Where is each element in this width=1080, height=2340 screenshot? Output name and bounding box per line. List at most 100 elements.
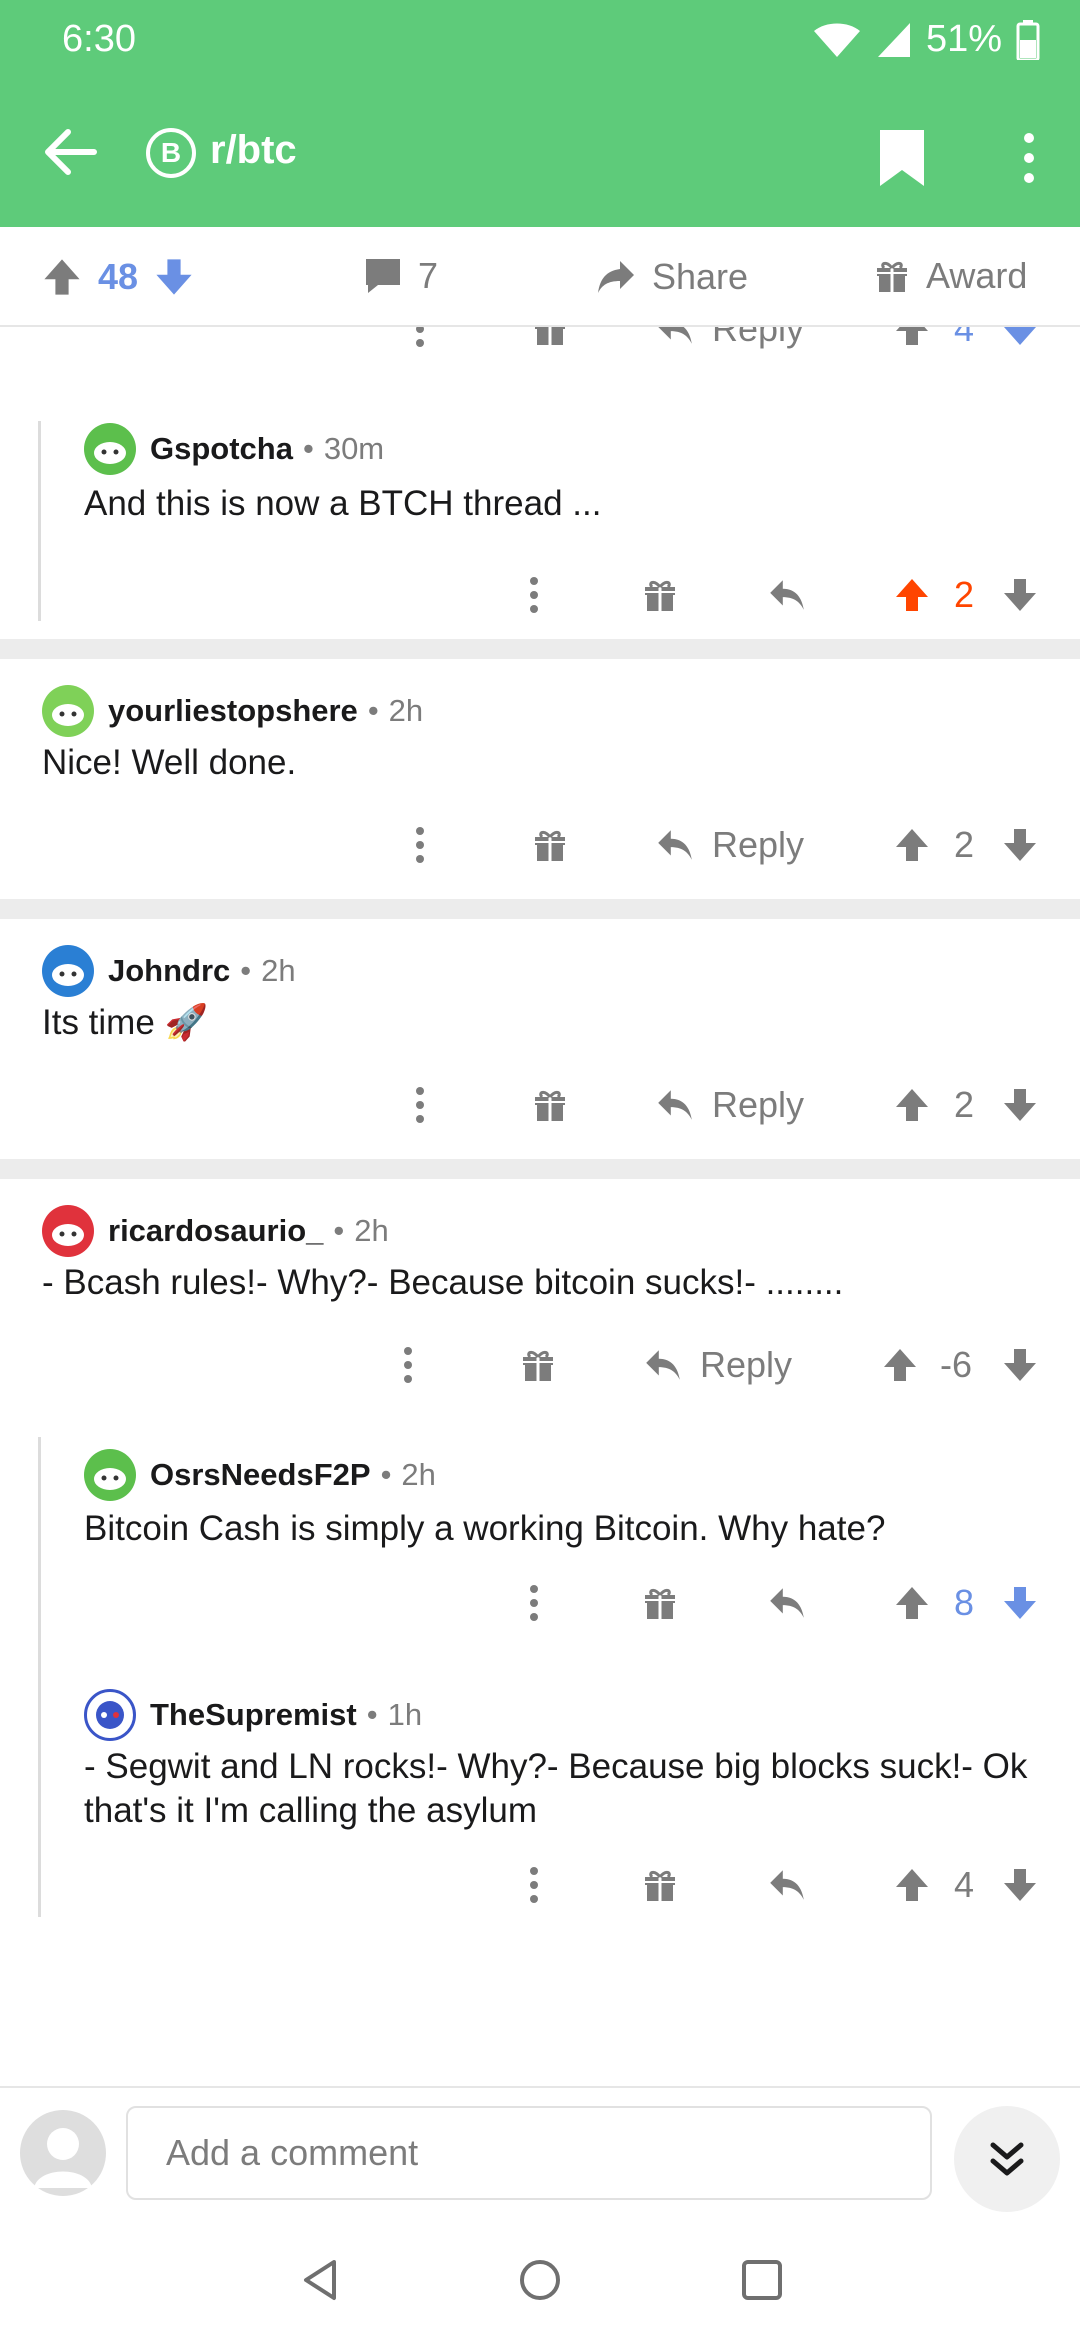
upvote-icon[interactable] — [40, 255, 84, 299]
more-options-icon[interactable] — [528, 567, 540, 623]
thread-line — [38, 1437, 41, 1917]
upvote-icon[interactable] — [892, 1575, 932, 1631]
more-options-icon[interactable] — [528, 1575, 540, 1631]
snoo-icon — [96, 1701, 124, 1729]
downvote-icon[interactable] — [1000, 817, 1040, 873]
snoo-icon — [52, 704, 84, 726]
comment-header: Gspotcha • 30m — [84, 423, 384, 475]
reply-button[interactable]: Reply — [642, 1337, 792, 1393]
comment-score: 2 — [954, 1084, 975, 1125]
more-options-icon[interactable] — [402, 1337, 414, 1393]
more-options-icon[interactable] — [528, 1857, 540, 1913]
gift-icon[interactable] — [640, 1575, 680, 1631]
gift-icon[interactable] — [530, 327, 570, 357]
status-time: 6:30 — [62, 18, 136, 60]
comment-card: Johndrc • 2h Its time 🚀 Reply 2 — [0, 919, 1080, 1159]
comment-body: Bitcoin Cash is simply a working Bitcoin… — [84, 1509, 886, 1548]
reply-button[interactable]: Reply — [654, 817, 804, 873]
upvote-icon[interactable] — [892, 1077, 932, 1133]
battery-icon — [1016, 19, 1040, 60]
share-label: Share — [652, 256, 749, 297]
overflow-menu-icon[interactable] — [1014, 130, 1044, 186]
comment-actions: Reply 4 — [0, 327, 1080, 357]
gift-icon[interactable] — [640, 1857, 680, 1913]
reply-button[interactable]: Reply — [654, 327, 804, 357]
downvote-icon[interactable] — [1000, 1337, 1040, 1393]
add-comment-input[interactable]: Add a comment — [126, 2106, 932, 2200]
signal-icon — [877, 22, 910, 57]
system-nav-bar — [0, 2216, 1080, 2340]
user-avatar[interactable] — [20, 2110, 106, 2196]
gift-icon[interactable] — [530, 1077, 570, 1133]
upvote-icon[interactable] — [892, 1857, 932, 1913]
award-button[interactable]: Award — [872, 255, 1027, 297]
comment-card: ricardosaurio_ • 2h - Bcash rules!- Why?… — [0, 1179, 1080, 1937]
comment-header: ricardosaurio_ • 2h — [42, 1205, 389, 1257]
post-action-bar: 48 7 Share Award — [0, 227, 1080, 327]
downvote-icon[interactable] — [1000, 1077, 1040, 1133]
award-label: Award — [926, 255, 1028, 296]
reply-icon — [654, 327, 696, 350]
upvote-icon[interactable] — [892, 817, 932, 873]
more-options-icon[interactable] — [414, 327, 426, 357]
more-options-icon[interactable] — [414, 1077, 426, 1133]
nav-home-icon[interactable] — [516, 2256, 564, 2304]
comment-age: 2h — [388, 693, 424, 728]
downvote-icon[interactable] — [1000, 1575, 1040, 1631]
separator-dot: • — [380, 1457, 392, 1492]
gift-icon[interactable] — [640, 567, 680, 623]
comment-score: 2 — [954, 574, 975, 615]
upvote-icon[interactable] — [880, 1337, 920, 1393]
comment-header: Johndrc • 2h — [42, 945, 296, 997]
downvote-icon[interactable] — [1000, 1857, 1040, 1913]
avatar[interactable] — [42, 945, 94, 997]
avatar[interactable] — [42, 1205, 94, 1257]
share-icon — [598, 261, 634, 293]
comment-username[interactable]: Gspotcha — [150, 431, 293, 467]
comment-card: yourliestopshere • 2h Nice! Well done. R… — [0, 659, 1080, 899]
gift-icon — [872, 256, 912, 296]
gift-icon[interactable] — [530, 817, 570, 873]
avatar[interactable] — [84, 1449, 136, 1501]
subreddit-name[interactable]: r/btc — [210, 128, 297, 173]
reply-icon[interactable] — [766, 567, 808, 623]
reply-button[interactable]: Reply — [654, 1077, 804, 1133]
reply-label: Reply — [700, 1344, 793, 1385]
comment-username[interactable]: ricardosaurio_ — [108, 1213, 323, 1249]
nav-recents-icon[interactable] — [738, 2256, 786, 2304]
subreddit-icon[interactable]: B — [146, 128, 196, 178]
comment-composer: Add a comment — [0, 2086, 1080, 2216]
back-arrow-icon[interactable] — [40, 120, 104, 184]
more-options-icon[interactable] — [414, 817, 426, 873]
snoo-icon — [94, 1468, 126, 1490]
upvote-icon[interactable] — [892, 327, 932, 357]
comment-body: Nice! Well done. — [42, 743, 297, 782]
gift-icon[interactable] — [518, 1337, 558, 1393]
comment-username[interactable]: Johndrc — [108, 953, 230, 989]
share-button[interactable]: Share — [594, 255, 748, 299]
downvote-icon[interactable] — [1000, 567, 1040, 623]
collapse-button[interactable] — [954, 2106, 1060, 2212]
comment-actions: Reply -6 — [0, 1337, 1080, 1393]
comment-username[interactable]: yourliestopshere — [108, 693, 358, 729]
status-bar: 6:30 51% — [0, 0, 1080, 78]
downvote-icon[interactable] — [152, 255, 196, 299]
comment-actions: Reply 2 — [0, 817, 1080, 873]
comments-count: 7 — [418, 255, 439, 296]
downvote-icon[interactable] — [1000, 327, 1040, 357]
reply-icon[interactable] — [766, 1575, 808, 1631]
reply-label: Reply — [712, 824, 805, 865]
reply-icon[interactable] — [766, 1857, 808, 1913]
bookmark-icon[interactable] — [874, 126, 930, 190]
avatar[interactable] — [42, 685, 94, 737]
comment-score: -6 — [940, 1344, 973, 1385]
separator-dot: • — [240, 953, 252, 988]
comment-score: 8 — [954, 1582, 975, 1623]
comment-username[interactable]: OsrsNeedsF2P — [150, 1457, 371, 1493]
upvote-icon[interactable] — [892, 567, 932, 623]
avatar[interactable] — [84, 1689, 136, 1741]
avatar[interactable] — [84, 423, 136, 475]
nav-back-icon[interactable] — [296, 2256, 344, 2304]
comments-count-button[interactable]: 7 — [362, 255, 438, 297]
comment-username[interactable]: TheSupremist — [150, 1697, 357, 1733]
